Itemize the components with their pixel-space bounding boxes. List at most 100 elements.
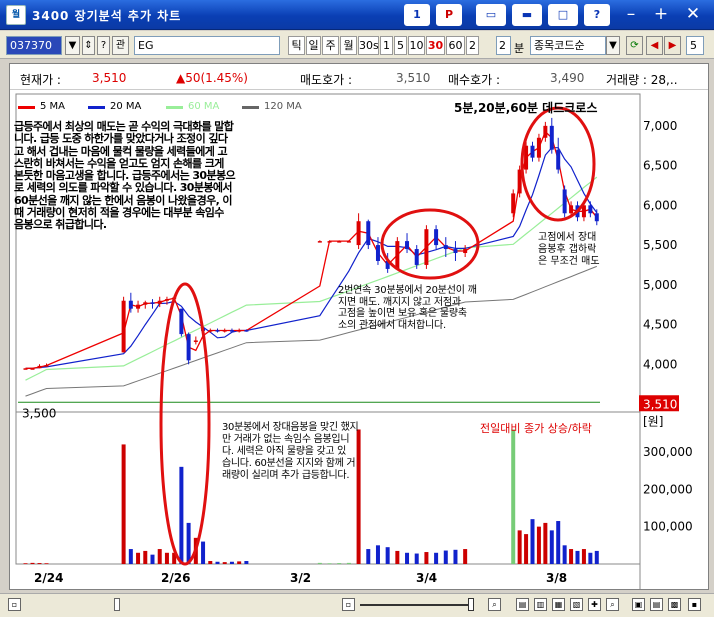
volume-bar <box>186 522 191 564</box>
dock-icon[interactable]: ▬ <box>512 4 542 26</box>
candle-body <box>136 304 141 309</box>
date-label: 3/2 <box>290 571 311 585</box>
tool-icon-9[interactable]: ▪ <box>688 598 701 611</box>
question-button[interactable]: ? <box>97 36 110 55</box>
candle-body <box>222 330 227 332</box>
candle-body <box>556 149 561 170</box>
stock-code-input[interactable]: 037370 <box>6 36 62 55</box>
candle-body <box>237 330 242 332</box>
zoom-slider-handle[interactable] <box>468 598 474 611</box>
period-button-일[interactable]: 일 <box>306 36 321 55</box>
candle-body <box>414 249 419 265</box>
volume-bar <box>37 563 42 564</box>
p-button[interactable]: P <box>436 4 462 26</box>
period-button-10[interactable]: 10 <box>408 36 425 55</box>
zoom-in-icon[interactable]: ⌕ <box>488 598 501 611</box>
unit-field[interactable]: 2 <box>496 36 511 55</box>
ma20-legend: 20 MA <box>110 101 142 112</box>
tool-icon-6[interactable]: ▣ <box>632 598 645 611</box>
volume-bar <box>453 549 458 564</box>
chart-frame: 현재가 : 3,510 ▲50(1.45%) 매도호가 : 3,510 매수호가… <box>9 63 709 590</box>
tool-icon-2[interactable]: ▥ <box>534 598 547 611</box>
volume-bar <box>237 561 242 564</box>
period-button-30[interactable]: 30 <box>426 36 445 55</box>
volume-bar <box>128 549 133 564</box>
sort-dropdown-icon[interactable]: ▼ <box>606 36 620 55</box>
chart-title: 5분,20분,60분 데드크로스 <box>454 101 598 115</box>
volume-bar <box>208 561 213 564</box>
unit-label: 분 <box>514 42 525 55</box>
tool-icon-7[interactable]: ▤ <box>650 598 663 611</box>
volume-bar <box>317 562 322 564</box>
minimize-icon[interactable]: – <box>618 4 644 26</box>
page-field[interactable]: 5 <box>686 36 704 55</box>
volume-bar <box>337 563 342 564</box>
app-icon: 월 <box>6 5 26 25</box>
tool-icon-1[interactable]: ▤ <box>516 598 529 611</box>
period-button-주[interactable]: 주 <box>322 36 339 55</box>
main-annotation: 급등주에서 최상의 매도는 곧 수익의 극대화를 말합 니다. 급등 도중 하한… <box>14 120 236 232</box>
candle-body <box>453 249 458 254</box>
help-button[interactable]: ? <box>584 4 610 26</box>
candle-body <box>244 330 249 332</box>
volume-bar <box>150 554 155 564</box>
candle-body <box>229 330 234 332</box>
candle-body <box>44 365 49 367</box>
scroll-left-button[interactable]: ▫ <box>8 598 21 611</box>
sort-select[interactable]: 종목코드순 <box>530 36 606 55</box>
frame-icon[interactable]: □ <box>548 4 578 26</box>
volume-bar <box>215 561 220 564</box>
candle-body <box>424 229 429 265</box>
volume-tick-label: 300,000 <box>643 445 693 459</box>
tool-icon-3[interactable]: ▦ <box>552 598 565 611</box>
tool-icon-8[interactable]: ▩ <box>668 598 681 611</box>
mode-button[interactable]: 관 <box>112 36 129 55</box>
period-button-60[interactable]: 60 <box>446 36 465 55</box>
candle-body <box>317 241 322 243</box>
maximize-icon[interactable]: + <box>648 4 674 26</box>
window-title: 3400 장기분석 추가 차트 <box>32 9 182 23</box>
period-button-1[interactable]: 1 <box>380 36 393 55</box>
period-button-2[interactable]: 2 <box>466 36 479 55</box>
candle-body <box>375 245 380 261</box>
volume-bar <box>569 549 574 564</box>
tool-icon-4[interactable]: ▧ <box>570 598 583 611</box>
candle-body <box>30 368 35 370</box>
candle-body <box>588 205 593 214</box>
candle-body <box>549 125 554 150</box>
search-icon[interactable]: ⌕ <box>606 598 619 611</box>
volume-bar <box>395 550 400 564</box>
volume-tick-label: 200,000 <box>643 482 693 496</box>
window-layout-icon[interactable]: ▭ <box>476 4 506 26</box>
refresh-icon[interactable]: ⟳ <box>626 36 643 55</box>
volume-bar <box>562 545 567 564</box>
period-button-5[interactable]: 5 <box>394 36 407 55</box>
code-dropdown-icon[interactable]: ▼ <box>65 36 80 55</box>
spin-icon[interactable]: ⇕ <box>82 36 95 55</box>
period-button-틱[interactable]: 틱 <box>288 36 305 55</box>
stock-name-field: EG <box>134 36 280 55</box>
date-label: 3/4 <box>416 571 437 585</box>
candle-body <box>208 330 213 332</box>
candle-body <box>594 213 599 222</box>
one-button[interactable]: 1 <box>404 4 430 26</box>
volume-bar <box>327 563 332 564</box>
candle-body <box>186 334 191 361</box>
candle-body <box>543 125 548 138</box>
price-tick-label: 5,500 <box>643 238 677 252</box>
candle-body <box>193 340 198 342</box>
ma120-legend-swatch <box>242 106 259 109</box>
volume-bar <box>366 549 371 564</box>
volume-bar <box>346 562 351 564</box>
period-button-월[interactable]: 월 <box>340 36 357 55</box>
tool-icon-5[interactable]: ✚ <box>588 598 601 611</box>
scroll-thumb-left[interactable] <box>114 598 120 611</box>
candle-body <box>23 368 28 370</box>
period-button-30s[interactable]: 30s <box>358 36 379 55</box>
close-icon[interactable]: ✕ <box>680 4 706 26</box>
zoom-slider[interactable] <box>360 604 470 606</box>
ma60-legend: 60 MA <box>188 101 220 112</box>
prev-icon[interactable]: ◀ <box>646 36 663 55</box>
zoom-box[interactable]: ▫ <box>342 598 355 611</box>
next-icon[interactable]: ▶ <box>664 36 681 55</box>
